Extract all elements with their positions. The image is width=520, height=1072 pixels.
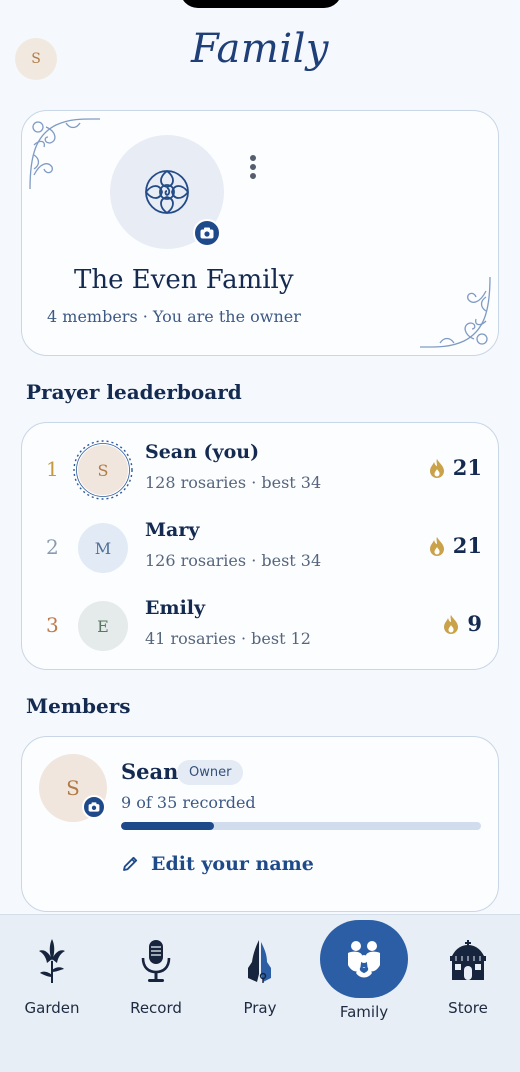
member-stats: 128 rosaries · best 34 [145, 473, 322, 492]
praying-hands-icon [248, 940, 271, 983]
avatar-initial: S [66, 776, 80, 800]
streak-count: 21 [452, 455, 482, 480]
flame-icon [444, 614, 459, 634]
owner-badge: Owner [177, 760, 244, 785]
avatar: M [78, 523, 128, 573]
member-card: S Sean Owner 9 of 35 recorded Edit your … [21, 736, 499, 912]
pencil-icon [123, 856, 138, 871]
tab-pray[interactable]: Pray [210, 935, 310, 1017]
tab-bar: Garden Record Pray Family Store [0, 914, 520, 1072]
lily-icon [39, 939, 65, 983]
member-name: Emily [145, 597, 206, 619]
streak-score: 21 [429, 455, 482, 480]
change-family-photo-button[interactable] [193, 219, 221, 247]
ornate-frame-icon [73, 440, 133, 500]
tab-garden[interactable]: Garden [2, 935, 102, 1017]
tab-record[interactable]: Record [106, 935, 206, 1017]
member-name: Mary [145, 519, 200, 541]
avatar: S [73, 440, 133, 500]
microphone-icon [141, 940, 171, 982]
edit-name-label: Edit your name [151, 853, 314, 875]
tab-family[interactable]: Family [314, 1003, 414, 1021]
avatar: E [78, 601, 128, 651]
flame-icon [429, 458, 444, 478]
members-title: Members [26, 694, 131, 718]
member-stats: 41 rosaries · best 12 [145, 629, 311, 648]
store-icon [450, 940, 486, 980]
recording-progress-fill [121, 822, 214, 830]
family-name: The Even Family [74, 265, 294, 295]
tab-label: Family [339, 1003, 389, 1021]
tab-label: Pray [243, 999, 277, 1017]
device-notch [180, 0, 342, 8]
recording-progress-bar [121, 822, 481, 830]
streak-score: 21 [429, 533, 482, 558]
leaderboard-title: Prayer leaderboard [26, 380, 242, 404]
family-subtitle: 4 members · You are the owner [47, 307, 301, 326]
rose-icon [145, 170, 189, 214]
tab-label: Record [130, 999, 182, 1017]
tab-store[interactable]: Store [418, 935, 518, 1017]
page-title: Family [191, 26, 329, 72]
recording-progress-text: 9 of 35 recorded [121, 793, 256, 812]
leaderboard-card: 1 S Sean (you) 128 rosaries · best 34 21… [21, 422, 499, 670]
rank-number: 1 [46, 457, 59, 481]
member-stats: 126 rosaries · best 34 [145, 551, 322, 570]
change-member-photo-button[interactable] [82, 795, 106, 819]
camera-icon [88, 802, 100, 812]
tab-label: Store [448, 999, 488, 1017]
leaderboard-row[interactable]: 3 E Emily 41 rosaries · best 12 9 [22, 591, 498, 661]
more-options-icon[interactable] [250, 155, 256, 182]
tab-label: Garden [24, 999, 80, 1017]
family-card: The Even Family 4 members · You are the … [21, 110, 499, 356]
streak-count: 21 [452, 533, 482, 558]
family-icon [348, 941, 380, 978]
camera-icon [200, 227, 214, 239]
rank-number: 2 [46, 535, 59, 559]
tab-family-active-indicator[interactable] [320, 920, 408, 998]
ornament-corner-icon [419, 276, 491, 348]
leaderboard-row[interactable]: 2 M Mary 126 rosaries · best 34 21 [22, 513, 498, 583]
edit-name-button[interactable]: Edit your name [121, 853, 314, 875]
streak-score: 9 [443, 611, 482, 636]
avatar-initial: E [97, 616, 109, 636]
member-name: Sean [121, 759, 179, 784]
flame-icon [429, 536, 444, 556]
ornament-corner-icon [29, 118, 101, 190]
member-name: Sean (you) [145, 441, 260, 463]
rank-number: 3 [46, 613, 59, 637]
leaderboard-row[interactable]: 1 S Sean (you) 128 rosaries · best 34 21 [22, 435, 498, 505]
streak-count: 9 [467, 611, 482, 636]
avatar-initial: M [94, 538, 112, 558]
